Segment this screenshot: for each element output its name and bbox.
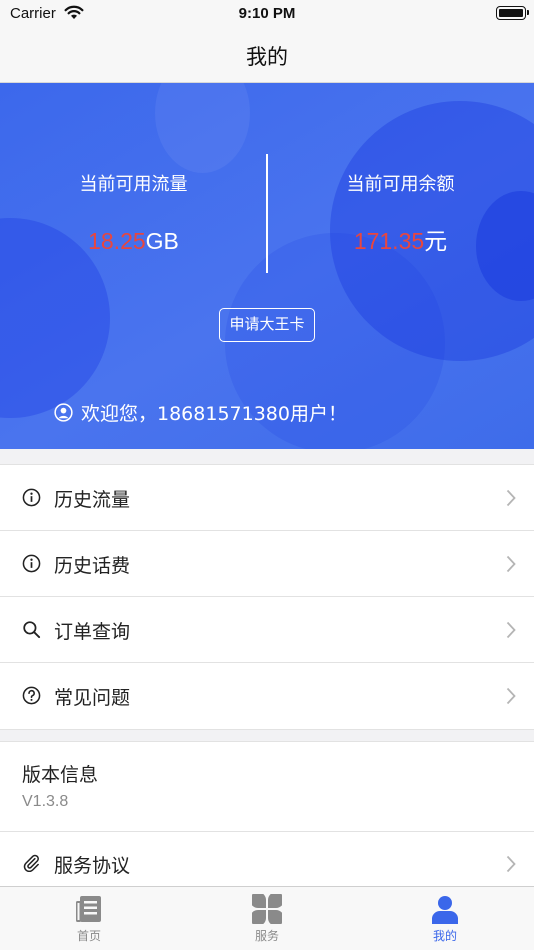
traffic-summary: 当前可用流量 18.25GB xyxy=(0,173,267,255)
balance-value: 171.35 xyxy=(353,228,425,254)
info-icon xyxy=(22,488,41,507)
tab-home[interactable]: 首页 xyxy=(0,887,178,950)
tab-mine[interactable]: 我的 xyxy=(356,887,534,950)
menu-item-order-query[interactable]: 订单查询 xyxy=(0,597,534,663)
menu-list: 历史流量 历史话费 订单查询 常见问题 xyxy=(0,464,534,730)
chevron-right-icon xyxy=(506,687,516,705)
menu-item-history-traffic[interactable]: 历史流量 xyxy=(0,465,534,531)
balance-unit: 元 xyxy=(424,228,448,254)
welcome-text: 欢迎您，18681571380用户！ xyxy=(81,402,347,425)
balance-label: 当前可用余额 xyxy=(346,174,455,195)
user-circle-icon xyxy=(54,402,73,422)
menu-item-label: 历史流量 xyxy=(54,489,131,511)
version-info: 版本信息 V1.3.8 xyxy=(0,741,534,832)
page-title: 我的 xyxy=(246,45,288,69)
chevron-right-icon xyxy=(506,855,516,873)
balance-summary: 当前可用余额 171.35元 xyxy=(267,173,534,255)
info-icon xyxy=(22,554,41,573)
question-icon xyxy=(22,686,41,705)
apply-card-button[interactable]: 申请大王卡 xyxy=(219,308,315,342)
traffic-unit: GB xyxy=(145,228,179,254)
version-title: 版本信息 xyxy=(22,764,99,786)
chevron-right-icon xyxy=(506,621,516,639)
menu-item-label: 订单查询 xyxy=(54,621,131,643)
chevron-right-icon xyxy=(506,489,516,507)
battery-icon xyxy=(496,6,529,20)
paperclip-icon xyxy=(23,854,39,872)
welcome-message: 欢迎您，18681571380用户！ xyxy=(54,399,347,425)
traffic-label: 当前可用流量 xyxy=(79,174,188,195)
menu-item-label: 常见问题 xyxy=(54,687,131,709)
agreement-label: 服务协议 xyxy=(54,855,131,877)
grid-petals-icon xyxy=(252,894,282,924)
decorative-bubble xyxy=(155,83,250,173)
account-summary-banner: 当前可用流量 18.25GB 当前可用余额 171.35元 申请大王卡 欢迎您，… xyxy=(0,83,534,449)
tab-bar: 首页 服务 我的 xyxy=(0,886,534,950)
status-bar: Carrier 9:10 PM xyxy=(0,0,534,28)
tab-service[interactable]: 服务 xyxy=(178,887,356,950)
navigation-bar: 我的 xyxy=(0,28,534,83)
news-icon xyxy=(76,896,101,922)
tab-label: 首页 xyxy=(76,929,101,943)
menu-item-label: 历史话费 xyxy=(54,555,131,577)
menu-item-faq[interactable]: 常见问题 xyxy=(0,663,534,729)
chevron-right-icon xyxy=(506,555,516,573)
balance-value-row: 171.35元 xyxy=(267,227,534,255)
tab-label: 我的 xyxy=(432,929,457,943)
tab-label: 服务 xyxy=(254,929,279,943)
person-icon xyxy=(432,896,458,924)
traffic-value: 18.25 xyxy=(88,228,146,254)
traffic-value-row: 18.25GB xyxy=(0,227,267,255)
version-value: V1.3.8 xyxy=(22,793,69,810)
menu-item-history-bills[interactable]: 历史话费 xyxy=(0,531,534,597)
menu-item-service-agreement[interactable]: 服务协议 xyxy=(0,832,534,886)
clock: 9:10 PM xyxy=(238,5,296,22)
search-icon xyxy=(23,621,41,639)
